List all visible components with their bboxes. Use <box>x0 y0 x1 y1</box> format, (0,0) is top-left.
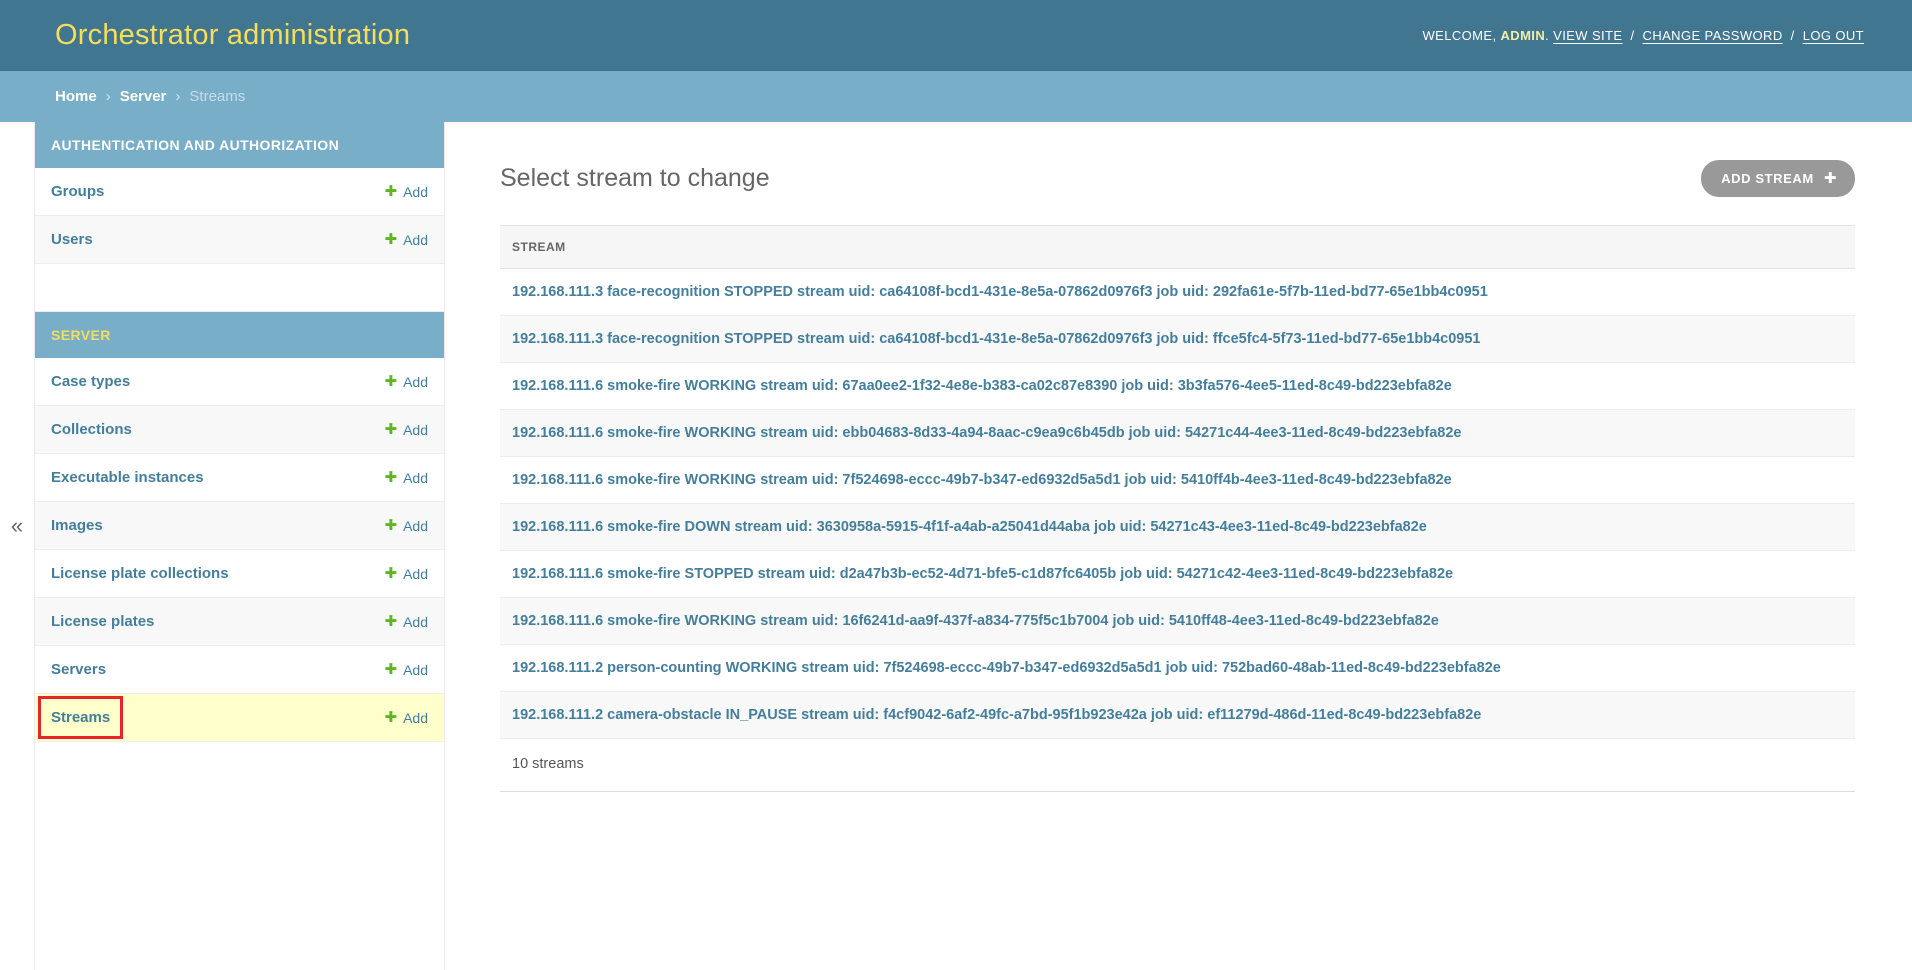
nav-sidebar: AUTHENTICATION AND AUTHORIZATION Groups ✚ A… <box>35 122 445 970</box>
plus-icon: ✚ <box>385 422 398 437</box>
stream-column-header: STREAM <box>500 226 1855 269</box>
sidebar-item-streams[interactable]: Streams ✚ Add <box>35 694 444 742</box>
add-label: Add <box>403 614 428 630</box>
sidebar-add-images[interactable]: ✚ Add <box>385 518 429 534</box>
sidebar-add-collections[interactable]: ✚ Add <box>385 422 429 438</box>
add-stream-button-label: ADD STREAM <box>1721 171 1814 186</box>
plus-icon: ✚ <box>385 518 398 533</box>
stream-row-link[interactable]: 192.168.111.3 face-recognition STOPPED s… <box>512 331 1481 347</box>
add-stream-button[interactable]: ADD STREAM ✚ <box>1701 160 1855 197</box>
add-label: Add <box>403 184 428 200</box>
user-tools: WELCOME, ADMIN. VIEW SITE / CHANGE PASSW… <box>1423 28 1865 43</box>
breadcrumb-link-home[interactable]: Home <box>55 88 97 105</box>
stream-row-link[interactable]: 192.168.111.6 smoke-fire WORKING stream … <box>512 378 1452 394</box>
add-label: Add <box>403 470 428 486</box>
stream-row-link[interactable]: 192.168.111.2 person-counting WORKING st… <box>512 660 1501 676</box>
table-row: 192.168.111.6 smoke-fire WORKING stream … <box>500 457 1855 504</box>
page-title: Select stream to change <box>500 164 770 193</box>
branding: Orchestrator administration <box>55 19 410 52</box>
sidebar-add-streams[interactable]: ✚ Add <box>385 710 429 726</box>
sidebar-add-groups[interactable]: ✚ Add <box>385 184 429 200</box>
content-header: Select stream to change ADD STREAM ✚ <box>500 160 1855 197</box>
sidebar-link-streams-annotated[interactable]: Streams <box>51 709 110 726</box>
sidebar-link-collections[interactable]: Collections <box>51 421 132 438</box>
breadcrumb-link-server[interactable]: Server <box>120 88 167 105</box>
sidebar-toggle-column: « <box>0 122 35 970</box>
sidebar-item-collections[interactable]: Collections ✚ Add <box>35 406 444 454</box>
table-row: 192.168.111.6 smoke-fire WORKING stream … <box>500 363 1855 410</box>
add-label: Add <box>403 662 428 678</box>
breadcrumb-current: Streams <box>189 88 245 105</box>
sidebar-item-executable-instances[interactable]: Executable instances ✚ Add <box>35 454 444 502</box>
plus-icon: ✚ <box>385 232 398 247</box>
sidebar-item-users[interactable]: Users ✚ Add <box>35 216 444 264</box>
stream-row-link[interactable]: 192.168.111.6 smoke-fire STOPPED stream … <box>512 566 1453 582</box>
add-label: Add <box>403 374 428 390</box>
sidebar-add-users[interactable]: ✚ Add <box>385 232 429 248</box>
sidebar-link-license-plates[interactable]: License plates <box>51 613 154 630</box>
sidebar-link-users[interactable]: Users <box>51 231 93 248</box>
table-row: 192.168.111.6 smoke-fire STOPPED stream … <box>500 551 1855 598</box>
table-row: 192.168.111.6 smoke-fire WORKING stream … <box>500 410 1855 457</box>
stream-row-link[interactable]: 192.168.111.6 smoke-fire WORKING stream … <box>512 425 1461 441</box>
table-row: 192.168.111.6 smoke-fire DOWN stream uid… <box>500 504 1855 551</box>
plus-icon: ✚ <box>385 374 398 389</box>
user-tools-link-change-password[interactable]: CHANGE PASSWORD <box>1643 28 1783 43</box>
add-label: Add <box>403 422 428 438</box>
add-label: Add <box>403 232 428 248</box>
table-row: 192.168.111.3 face-recognition STOPPED s… <box>500 269 1855 316</box>
sidebar-add-license-plate-collections[interactable]: ✚ Add <box>385 566 429 582</box>
sidebar-link-case-types[interactable]: Case types <box>51 373 130 390</box>
plus-icon: ✚ <box>385 662 398 677</box>
sidebar-item-servers[interactable]: Servers ✚ Add <box>35 646 444 694</box>
stream-row-link[interactable]: 192.168.111.6 smoke-fire WORKING stream … <box>512 472 1452 488</box>
sidebar-section-spacer <box>35 264 444 312</box>
sidebar-item-license-plate-collections[interactable]: License plate collections ✚ Add <box>35 550 444 598</box>
sidebar-collapse-icon[interactable]: « <box>11 515 23 577</box>
sidebar-link-images[interactable]: Images <box>51 517 103 534</box>
sidebar-add-case-types[interactable]: ✚ Add <box>385 374 429 390</box>
table-row: 192.168.111.2 person-counting WORKING st… <box>500 645 1855 692</box>
user-tools-link-log-out[interactable]: LOG OUT <box>1803 28 1864 43</box>
add-label: Add <box>403 710 428 726</box>
stream-row-link[interactable]: 192.168.111.6 smoke-fire DOWN stream uid… <box>512 519 1427 535</box>
stream-count: 10 streams <box>500 739 1855 792</box>
sidebar-link-executable-instances[interactable]: Executable instances <box>51 469 204 486</box>
stream-row-link[interactable]: 192.168.111.3 face-recognition STOPPED s… <box>512 284 1488 300</box>
sidebar-section-title-authentication-and-authorization: AUTHENTICATION AND AUTHORIZATION <box>35 122 444 168</box>
sidebar-item-groups[interactable]: Groups ✚ Add <box>35 168 444 216</box>
sidebar-link-groups[interactable]: Groups <box>51 183 104 200</box>
stream-table: STREAM 192.168.111.3 face-recognition ST… <box>500 225 1855 739</box>
sidebar-item-license-plates[interactable]: License plates ✚ Add <box>35 598 444 646</box>
sidebar-link-servers[interactable]: Servers <box>51 661 106 678</box>
app-header: Orchestrator administration WELCOME, ADM… <box>0 0 1912 71</box>
sidebar-section-title-server: SERVER <box>35 312 444 358</box>
plus-icon: ✚ <box>385 614 398 629</box>
add-label: Add <box>403 566 428 582</box>
main-content: Select stream to change ADD STREAM ✚ STR… <box>445 122 1912 970</box>
sidebar-link-license-plate-collections[interactable]: License plate collections <box>51 565 229 582</box>
plus-icon: ✚ <box>385 470 398 485</box>
plus-icon: ✚ <box>385 184 398 199</box>
stream-row-link[interactable]: 192.168.111.6 smoke-fire WORKING stream … <box>512 613 1439 629</box>
plus-icon: ✚ <box>1824 171 1837 186</box>
table-row: 192.168.111.6 smoke-fire WORKING stream … <box>500 598 1855 645</box>
sidebar-add-servers[interactable]: ✚ Add <box>385 662 429 678</box>
sidebar-item-images[interactable]: Images ✚ Add <box>35 502 444 550</box>
app-title: Orchestrator administration <box>55 19 410 52</box>
sidebar-add-executable-instances[interactable]: ✚ Add <box>385 470 429 486</box>
username: ADMIN <box>1501 28 1546 43</box>
breadcrumb: Home›Server›Streams <box>0 71 1912 122</box>
add-label: Add <box>403 518 428 534</box>
user-tools-link-view-site[interactable]: VIEW SITE <box>1553 28 1622 43</box>
plus-icon: ✚ <box>385 710 398 725</box>
table-row: 192.168.111.3 face-recognition STOPPED s… <box>500 316 1855 363</box>
sidebar-add-license-plates[interactable]: ✚ Add <box>385 614 429 630</box>
stream-row-link[interactable]: 192.168.111.2 camera-obstacle IN_PAUSE s… <box>512 707 1481 723</box>
table-row: 192.168.111.2 camera-obstacle IN_PAUSE s… <box>500 692 1855 739</box>
sidebar-item-case-types[interactable]: Case types ✚ Add <box>35 358 444 406</box>
plus-icon: ✚ <box>385 566 398 581</box>
page-shell: « AUTHENTICATION AND AUTHORIZATIONGroups… <box>0 122 1912 970</box>
